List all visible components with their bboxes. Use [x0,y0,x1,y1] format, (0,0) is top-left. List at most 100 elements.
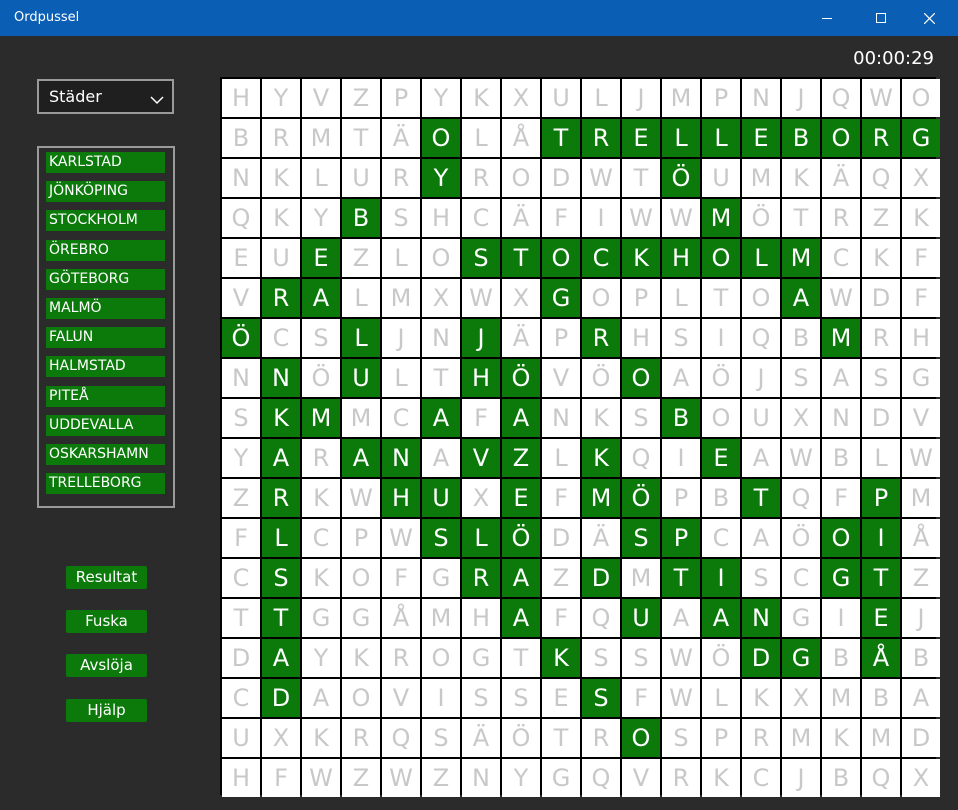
grid-cell[interactable]: D [542,519,580,557]
grid-cell[interactable]: K [262,159,300,197]
grid-cell[interactable]: U [622,599,660,637]
grid-cell[interactable]: O [422,639,460,677]
grid-cell[interactable]: Z [222,479,260,517]
grid-cell[interactable]: Q [622,439,660,477]
grid-cell[interactable]: A [422,399,460,437]
grid-cell[interactable]: A [502,399,540,437]
grid-cell[interactable]: X [782,679,820,717]
grid-cell[interactable]: L [462,119,500,157]
grid-cell[interactable]: Z [902,559,940,597]
grid-cell[interactable]: I [862,519,900,557]
grid-cell[interactable]: Ä [462,719,500,757]
grid-cell[interactable]: A [662,359,700,397]
grid-cell[interactable]: A [422,439,460,477]
grid-cell[interactable]: L [862,439,900,477]
grid-cell[interactable]: R [582,119,620,157]
resultat-button[interactable]: Resultat [66,566,147,589]
grid-cell[interactable]: K [582,439,620,477]
grid-cell[interactable]: N [222,159,260,197]
grid-cell[interactable]: R [742,719,780,757]
grid-cell[interactable]: Ä [822,159,860,197]
grid-cell[interactable]: P [702,79,740,117]
grid-cell[interactable]: L [462,519,500,557]
grid-cell[interactable]: M [342,399,380,437]
grid-cell[interactable]: A [662,599,700,637]
grid-cell[interactable]: O [742,279,780,317]
close-button[interactable] [906,0,952,36]
grid-cell[interactable]: Z [342,239,380,277]
grid-cell[interactable]: E [302,239,340,277]
grid-cell[interactable]: K [302,559,340,597]
grid-cell[interactable]: C [222,559,260,597]
grid-cell[interactable]: V [542,359,580,397]
grid-cell[interactable]: J [742,359,780,397]
grid-cell[interactable]: Y [422,159,460,197]
grid-cell[interactable]: W [782,439,820,477]
grid-cell[interactable]: G [542,279,580,317]
grid-cell[interactable]: W [462,279,500,317]
grid-cell[interactable]: T [622,159,660,197]
grid-cell[interactable]: R [462,159,500,197]
grid-cell[interactable]: I [702,319,740,357]
grid-cell[interactable]: G [782,599,820,637]
grid-cell[interactable]: E [702,439,740,477]
grid-cell[interactable]: M [382,279,420,317]
grid-cell[interactable]: Ö [502,719,540,757]
grid-cell[interactable]: H [902,319,940,357]
grid-cell[interactable]: R [822,199,860,237]
grid-cell[interactable]: O [902,79,940,117]
grid-cell[interactable]: Ö [302,359,340,397]
grid-cell[interactable]: R [262,119,300,157]
grid-cell[interactable]: H [622,319,660,357]
grid-cell[interactable]: W [382,519,420,557]
grid-cell[interactable]: W [822,279,860,317]
grid-cell[interactable]: T [662,559,700,597]
grid-cell[interactable]: M [622,559,660,597]
grid-cell[interactable]: K [462,79,500,117]
avsloja-button[interactable]: Avslöja [66,654,147,677]
grid-cell[interactable]: K [862,239,900,277]
grid-cell[interactable]: C [822,239,860,277]
grid-cell[interactable]: S [462,679,500,717]
grid-cell[interactable]: O [822,519,860,557]
grid-cell[interactable]: Å [862,639,900,677]
grid-cell[interactable]: Ä [582,519,620,557]
grid-cell[interactable]: X [502,279,540,317]
grid-cell[interactable]: N [542,399,580,437]
grid-cell[interactable]: V [382,679,420,717]
grid-cell[interactable]: S [302,319,340,357]
grid-cell[interactable]: A [822,359,860,397]
grid-cell[interactable]: Ö [702,359,740,397]
grid-cell[interactable]: Z [422,759,460,797]
grid-cell[interactable]: V [902,399,940,437]
grid-cell[interactable]: H [422,199,460,237]
grid-cell[interactable]: C [582,239,620,277]
grid-cell[interactable]: X [902,159,940,197]
grid-cell[interactable]: Q [822,79,860,117]
grid-cell[interactable]: K [702,759,740,797]
grid-cell[interactable]: A [502,599,540,637]
grid-cell[interactable]: R [862,319,900,357]
grid-cell[interactable]: T [422,359,460,397]
grid-cell[interactable]: U [742,399,780,437]
grid-cell[interactable]: Ö [582,359,620,397]
grid-cell[interactable]: G [902,119,940,157]
grid-cell[interactable]: B [702,479,740,517]
grid-cell[interactable]: Å [382,599,420,637]
grid-cell[interactable]: T [342,119,380,157]
grid-cell[interactable]: Ö [502,519,540,557]
grid-cell[interactable]: M [822,319,860,357]
grid-cell[interactable]: R [662,759,700,797]
grid-cell[interactable]: L [342,279,380,317]
grid-cell[interactable]: A [902,679,940,717]
grid-cell[interactable]: Y [502,759,540,797]
grid-cell[interactable]: R [262,279,300,317]
grid-cell[interactable]: R [302,439,340,477]
grid-cell[interactable]: Y [222,439,260,477]
grid-cell[interactable]: Ö [622,479,660,517]
grid-cell[interactable]: S [622,519,660,557]
grid-cell[interactable]: N [422,319,460,357]
grid-cell[interactable]: S [422,719,460,757]
grid-cell[interactable]: S [502,679,540,717]
grid-cell[interactable]: F [822,479,860,517]
